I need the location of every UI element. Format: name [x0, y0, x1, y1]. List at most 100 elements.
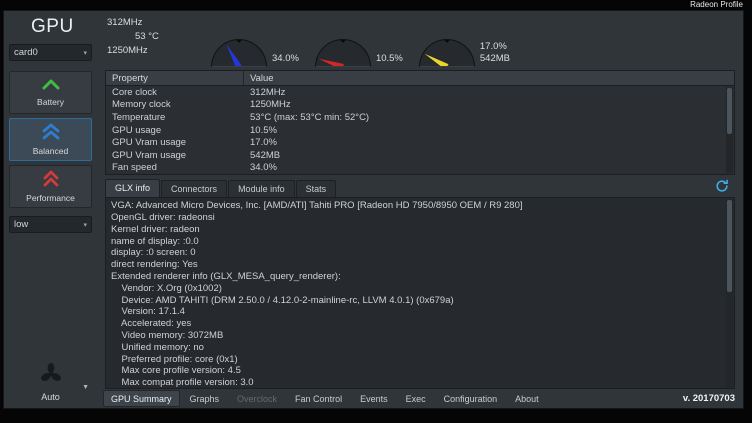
gauge-value: 34.0%	[272, 53, 299, 65]
gauge-needle	[422, 50, 448, 67]
glx-info-line: Vendor: X.Org (0x1002)	[111, 283, 722, 295]
gauge-value: 10.5%	[376, 53, 403, 65]
glx-info-line: Device: AMD TAHITI (DRM 2.50.0 / 4.12.0-…	[111, 295, 722, 307]
glx-info-line: Kernel driver: radeon	[111, 224, 722, 236]
fan-auto-button[interactable]: Auto ▼	[9, 350, 92, 404]
version-label: v. 20170703	[683, 393, 735, 404]
property-table: Property Value Core clock312MHzMemory cl…	[105, 70, 735, 175]
main-panel: 312MHz 53 °C 1250MHz 34.0%	[97, 11, 743, 408]
property-cell: Memory clock	[106, 99, 244, 110]
glx-info-line: Accelerated: yes	[111, 318, 722, 330]
temperature-readout: 53 °C	[135, 30, 211, 44]
gauge-needle	[317, 55, 344, 67]
titlebar: Radeon Profile	[0, 0, 752, 10]
glx-scrollbar[interactable]	[726, 199, 733, 387]
table-scrollbar[interactable]	[726, 87, 733, 173]
bottom-tabs: GPU SummaryGraphsOverclockFan ControlEve…	[103, 390, 547, 407]
info-tabs-row: GLX infoConnectorsModule infoStats	[97, 177, 743, 197]
power-level-value: low	[14, 219, 28, 230]
gpu-heading: GPU	[31, 16, 92, 38]
gauge	[315, 39, 371, 67]
window-title: Radeon Profile	[690, 0, 743, 10]
gauge-subvalue: 542MB	[480, 53, 510, 65]
bottom-tab-exec[interactable]: Exec	[398, 390, 434, 407]
bottom-tab-overclock: Overclock	[229, 390, 285, 407]
property-cell: GPU Vram usage	[106, 137, 244, 148]
property-cell: Fan speed	[106, 162, 244, 173]
value-cell: 17.0%	[244, 137, 277, 148]
refresh-button[interactable]	[711, 179, 733, 196]
table-header-row[interactable]: Property Value	[106, 71, 734, 86]
property-table-rows: Core clock312MHzMemory clock1250MHzTempe…	[106, 86, 734, 174]
performance-icon	[41, 170, 61, 192]
bottom-tab-about[interactable]: About	[507, 390, 547, 407]
gauge	[211, 39, 267, 67]
info-tab-stats[interactable]: Stats	[296, 180, 337, 197]
gauges: 34.0% 10.5%	[211, 18, 510, 67]
glx-info-line: name of display: :0.0	[111, 236, 722, 248]
glx-info-text: VGA: Advanced Micro Devices, Inc. [AMD/A…	[111, 200, 722, 389]
card-select[interactable]: card0 ▾	[9, 44, 92, 61]
battery-profile-button[interactable]: Battery	[9, 71, 92, 114]
fan-icon	[39, 362, 63, 391]
glx-info-line: direct rendering: Yes	[111, 259, 722, 271]
clock-readouts: 312MHz 53 °C 1250MHz	[107, 16, 211, 67]
glx-info-line: Max core profile version: 4.5	[111, 365, 722, 377]
core-clock-readout: 312MHz	[107, 16, 211, 30]
column-header-property[interactable]: Property	[106, 71, 244, 85]
dpm-profile-buttons: Battery Balanced Performance	[9, 71, 92, 208]
balanced-profile-button[interactable]: Balanced	[9, 118, 92, 161]
profile-label: Performance	[26, 193, 75, 203]
glx-info-line: Video memory: 3072MB	[111, 330, 722, 342]
table-row[interactable]: Core clock312MHz	[106, 86, 734, 99]
bottom-tab-configuration[interactable]: Configuration	[436, 390, 506, 407]
fan-mode-label: Auto	[41, 392, 60, 402]
scrollbar-thumb[interactable]	[727, 200, 732, 292]
table-row[interactable]: Temperature53°C (max: 53°C min: 52°C)	[106, 111, 734, 124]
card-select-value: card0	[14, 47, 38, 58]
sidebar: GPU card0 ▾ Battery Balanced	[4, 11, 97, 408]
info-tabs: GLX infoConnectorsModule infoStats	[105, 179, 337, 197]
scrollbar-thumb[interactable]	[727, 88, 732, 134]
chevron-down-icon: ▼	[82, 384, 89, 391]
table-row[interactable]: GPU usage10.5%	[106, 124, 734, 137]
value-cell: 542MB	[244, 150, 280, 161]
info-tab-connectors[interactable]: Connectors	[161, 180, 227, 197]
double-chevron-up-icon	[41, 123, 61, 145]
desktop: Radeon Profile GPU card0 ▾ Battery	[0, 0, 752, 423]
table-row[interactable]: GPU Vram usage17.0%	[106, 136, 734, 149]
bottom-tab-fan-control[interactable]: Fan Control	[287, 390, 350, 407]
table-row[interactable]: GPU Vram usage542MB	[106, 149, 734, 162]
power-level-select[interactable]: low ▾	[9, 216, 92, 233]
info-tab-module-info[interactable]: Module info	[228, 180, 295, 197]
value-cell: 10.5%	[244, 125, 277, 136]
value-cell: 1250MHz	[244, 99, 291, 110]
battery-icon	[41, 78, 61, 96]
gauge	[419, 39, 475, 67]
performance-profile-button[interactable]: Performance	[9, 165, 92, 208]
glx-info-line: Max compat profile version: 3.0	[111, 377, 722, 389]
chevron-down-icon: ▾	[83, 49, 87, 57]
glx-info-line: Preferred profile: core (0x1)	[111, 354, 722, 366]
glx-info-line: Version: 17.1.4	[111, 306, 722, 318]
property-cell: Core clock	[106, 87, 244, 98]
glx-info-line: VGA: Advanced Micro Devices, Inc. [AMD/A…	[111, 200, 722, 212]
bottom-tab-bar: GPU SummaryGraphsOverclockFan ControlEve…	[97, 389, 743, 408]
column-header-value[interactable]: Value	[244, 73, 274, 84]
glx-info-line: OpenGL driver: radeonsi	[111, 212, 722, 224]
bottom-tab-gpu-summary[interactable]: GPU Summary	[103, 390, 180, 407]
glx-info-line: Unified memory: no	[111, 342, 722, 354]
bottom-tab-events[interactable]: Events	[352, 390, 396, 407]
table-row[interactable]: Memory clock1250MHz	[106, 99, 734, 112]
table-row[interactable]: Fan speed34.0%	[106, 162, 734, 175]
gauge-needle	[223, 42, 243, 67]
value-cell: 312MHz	[244, 87, 285, 98]
memory-clock-readout: 1250MHz	[107, 44, 211, 58]
value-cell: 53°C (max: 53°C min: 52°C)	[244, 112, 369, 123]
glx-info-line: display: :0 screen: 0	[111, 247, 722, 259]
info-tab-glx-info[interactable]: GLX info	[105, 179, 160, 197]
profile-label: Balanced	[33, 146, 68, 156]
summary-section: 312MHz 53 °C 1250MHz 34.0%	[97, 11, 743, 67]
bottom-tab-graphs[interactable]: Graphs	[182, 390, 228, 407]
radeon-profile-window: GPU card0 ▾ Battery Balanced	[3, 10, 744, 409]
